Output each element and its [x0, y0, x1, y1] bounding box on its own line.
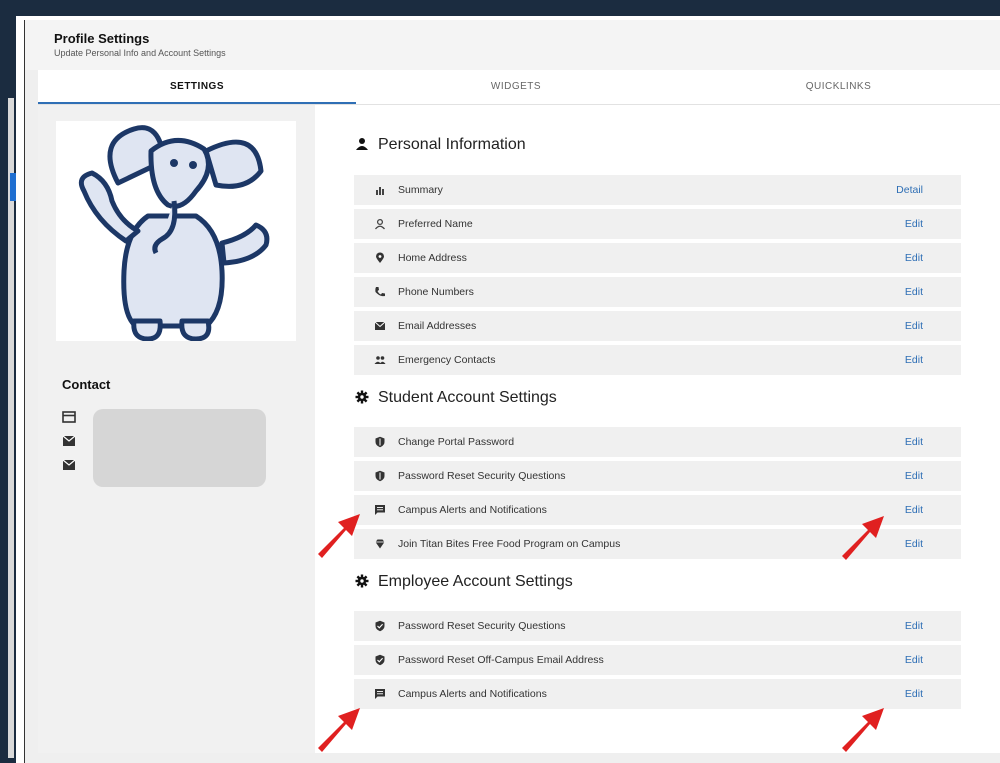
contact-heading: Contact	[62, 377, 111, 392]
settings-row-off-campus-email: Password Reset Off-Campus Email Address …	[354, 645, 961, 675]
row-label: Preferred Name	[398, 218, 473, 230]
edit-link[interactable]: Edit	[905, 354, 923, 366]
shield-icon	[375, 620, 385, 632]
shield-icon	[375, 654, 385, 666]
window-frame-top	[0, 0, 1000, 16]
gear-icon	[355, 390, 369, 404]
edit-link[interactable]: Edit	[905, 286, 923, 298]
section-personal-information: Personal Information	[354, 136, 526, 154]
section-title: Employee Account Settings	[378, 573, 573, 590]
annotation-arrow-icon	[318, 708, 360, 752]
settings-row-password-reset-questions: Password Reset Security Questions Edit	[354, 461, 961, 491]
settings-row-phone-numbers: Phone Numbers Edit	[354, 277, 961, 307]
people-icon	[374, 356, 386, 364]
location-pin-icon	[376, 252, 384, 263]
edit-link[interactable]: Edit	[905, 688, 923, 700]
section-student-account-settings: Student Account Settings	[354, 389, 557, 407]
settings-row-preferred-name: Preferred Name Edit	[354, 209, 961, 239]
phone-icon	[375, 287, 385, 297]
row-label: Password Reset Security Questions	[398, 620, 566, 632]
settings-row-summary: Summary Detail	[354, 175, 961, 205]
dialog-title: Profile Settings	[54, 31, 150, 46]
edit-link[interactable]: Edit	[905, 218, 923, 230]
profile-settings-dialog: Profile Settings Update Personal Info an…	[24, 20, 1000, 763]
avatar	[56, 121, 296, 342]
row-label: Join Titan Bites Free Food Program on Ca…	[398, 538, 621, 550]
annotation-arrow-icon	[842, 516, 884, 560]
mail-icon	[62, 435, 76, 446]
row-label: Summary	[398, 184, 443, 196]
row-label: Campus Alerts and Notifications	[398, 688, 547, 700]
annotation-arrow-icon	[318, 514, 360, 558]
edit-link[interactable]: Edit	[905, 470, 923, 482]
dialog-header: Profile Settings Update Personal Info an…	[25, 20, 1000, 70]
section-title: Student Account Settings	[378, 389, 557, 406]
redacted-contact-info	[93, 409, 266, 487]
settings-panel: Personal Information Summary Detail Pref…	[315, 105, 1000, 753]
annotation-arrow-icon	[842, 708, 884, 752]
edit-link[interactable]: Edit	[905, 436, 923, 448]
tab-quicklinks[interactable]: QUICKLINKS	[676, 70, 1000, 104]
edit-link[interactable]: Edit	[905, 620, 923, 632]
shield-icon	[375, 436, 385, 448]
row-label: Password Reset Off-Campus Email Address	[398, 654, 604, 666]
shield-icon	[375, 470, 385, 482]
gear-icon	[355, 574, 369, 588]
row-label: Campus Alerts and Notifications	[398, 504, 547, 516]
row-label: Home Address	[398, 252, 467, 264]
settings-row-employee-password-reset-questions: Password Reset Security Questions Edit	[354, 611, 961, 641]
tab-settings[interactable]: SETTINGS	[38, 70, 356, 104]
edit-link[interactable]: Edit	[905, 504, 923, 516]
settings-row-change-portal-password: Change Portal Password Edit	[354, 427, 961, 457]
message-icon	[375, 505, 385, 515]
settings-row-emergency-contacts: Emergency Contacts Edit	[354, 345, 961, 375]
row-label: Emergency Contacts	[398, 354, 496, 366]
edit-link[interactable]: Edit	[905, 252, 923, 264]
bar-chart-icon	[376, 187, 384, 195]
card-icon	[62, 411, 76, 423]
row-label: Change Portal Password	[398, 436, 515, 448]
profile-sidebar: Contact	[38, 105, 315, 753]
row-label: Email Addresses	[398, 320, 477, 332]
background-page-accent	[10, 173, 16, 201]
row-label: Password Reset Security Questions	[398, 470, 566, 482]
mail-icon	[62, 459, 76, 470]
tab-widgets[interactable]: WIDGETS	[356, 70, 676, 104]
dialog-subtitle: Update Personal Info and Account Setting…	[54, 48, 226, 58]
settings-row-home-address: Home Address Edit	[354, 243, 961, 273]
message-icon	[375, 689, 385, 699]
section-title: Personal Information	[378, 136, 526, 153]
section-employee-account-settings: Employee Account Settings	[354, 573, 573, 591]
edit-link[interactable]: Edit	[905, 320, 923, 332]
diamond-icon	[375, 539, 385, 549]
settings-row-email-addresses: Email Addresses Edit	[354, 311, 961, 341]
edit-link[interactable]: Edit	[905, 538, 923, 550]
row-label: Phone Numbers	[398, 286, 474, 298]
elephant-mascot-image	[78, 125, 270, 342]
person-icon	[356, 138, 368, 150]
person-outline-icon	[374, 218, 386, 230]
envelope-icon	[374, 321, 386, 330]
edit-link[interactable]: Edit	[905, 654, 923, 666]
tab-bar: SETTINGS WIDGETS QUICKLINKS	[38, 70, 1000, 105]
detail-link[interactable]: Detail	[896, 184, 923, 196]
